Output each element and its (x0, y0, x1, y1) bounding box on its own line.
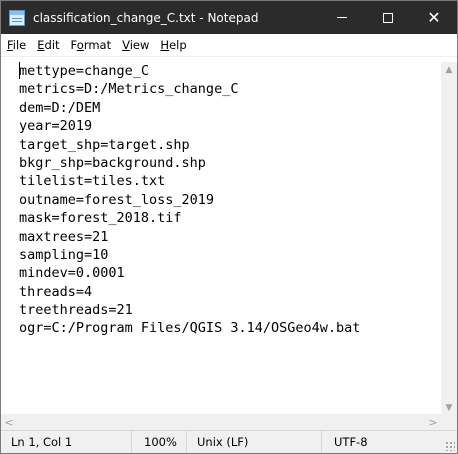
scroll-right-icon[interactable]: > (425, 414, 441, 430)
text-line: ogr=C:/Program Files/QGIS 3.14/OSGeo4w.b… (19, 320, 361, 337)
scrollbar-corner (441, 414, 457, 430)
text-line: mettype=change_C (19, 63, 150, 79)
cursor-position: Ln 1, Col 1 (11, 435, 73, 449)
text-line: target_shp=target.shp (19, 136, 190, 153)
close-button[interactable]: ✕ (411, 1, 457, 34)
minimize-icon (337, 17, 347, 18)
text-line: year=2019 (19, 118, 93, 135)
zoom-level: 100% (131, 431, 186, 453)
window-title: classification_change_C.txt - Notepad (33, 10, 259, 25)
maximize-button[interactable] (365, 1, 411, 34)
line-endings: Unix (LF) (186, 431, 321, 453)
menu-file[interactable]: File (2, 34, 31, 56)
menu-view[interactable]: View (117, 34, 154, 56)
scroll-left-icon[interactable]: < (1, 414, 17, 430)
text-caret (19, 62, 20, 79)
text-line: dem=D:/DEM (19, 99, 101, 116)
text-line: metrics=D:/Metrics_change_C (19, 81, 239, 98)
maximize-icon (383, 12, 393, 23)
text-line: mindev=0.0001 (19, 265, 125, 282)
text-line: treethreads=21 (19, 302, 133, 319)
encoding: UTF-8 (321, 431, 457, 453)
menu-edit[interactable]: Edit (32, 34, 64, 56)
horizontal-scrollbar[interactable]: < > (1, 414, 441, 430)
menu-format[interactable]: Format (66, 34, 117, 56)
minimize-button[interactable] (319, 1, 365, 34)
text-line: tilelist=tiles.txt (19, 173, 166, 190)
title-bar[interactable]: classification_change_C.txt - Notepad ✕ (1, 1, 457, 34)
menu-bar: File Edit Format View Help (1, 34, 457, 57)
text-line: mask=forest_2018.tif (19, 210, 182, 227)
notepad-window: classification_change_C.txt - Notepad ✕ … (0, 0, 458, 454)
notepad-icon (9, 9, 25, 26)
status-bar: Ln 1, Col 1 100% Unix (LF) UTF-8 (1, 430, 457, 453)
close-icon: ✕ (427, 8, 441, 27)
vertical-scrollbar[interactable]: ▲ ▼ (441, 62, 457, 416)
scroll-up-icon[interactable]: ▲ (441, 62, 457, 78)
resize-grip-icon[interactable] (445, 441, 455, 451)
text-line: bkgr_shp=background.shp (19, 154, 206, 171)
text-line: outname=forest_loss_2019 (19, 191, 215, 208)
text-line: sampling=10 (19, 246, 109, 263)
text-line: threads=4 (19, 283, 93, 300)
text-editor[interactable]: mettype=change_C metrics=D:/Metrics_chan… (1, 62, 441, 416)
menu-help[interactable]: Help (155, 34, 191, 56)
text-line: maxtrees=21 (19, 228, 109, 245)
